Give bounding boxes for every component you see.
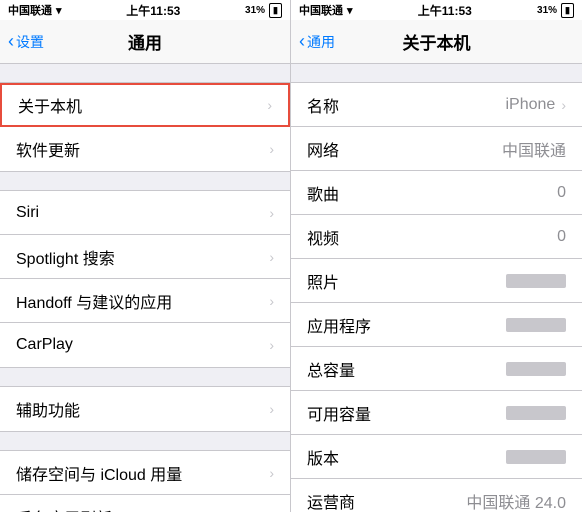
apps-value bbox=[506, 318, 566, 332]
list-item-software-update[interactable]: 软件更新 › bbox=[0, 127, 290, 171]
name-value: iPhone bbox=[506, 96, 556, 114]
about-right: › bbox=[267, 97, 272, 113]
carplay-label: CarPlay bbox=[16, 336, 73, 354]
right-back-label: 通用 bbox=[307, 32, 335, 52]
row-videos: 视频 0 bbox=[291, 215, 582, 259]
name-value-wrap: iPhone › bbox=[506, 96, 567, 114]
row-network: 网络 中国联通 bbox=[291, 127, 582, 171]
about-chevron-icon: › bbox=[267, 97, 272, 113]
list-item-siri[interactable]: Siri › bbox=[0, 191, 290, 235]
left-nav-title: 通用 bbox=[128, 29, 162, 54]
row-total-capacity: 总容量 bbox=[291, 347, 582, 391]
left-carrier: 中国联通 bbox=[8, 2, 52, 18]
accessibility-label: 辅助功能 bbox=[16, 397, 80, 421]
spotlight-label: Spotlight 搜索 bbox=[16, 245, 115, 269]
about-label: 关于本机 bbox=[18, 93, 82, 117]
row-version: 版本 bbox=[291, 435, 582, 479]
handoff-chevron-icon: › bbox=[269, 293, 274, 309]
left-status-left: 中国联通 ▾ bbox=[8, 2, 62, 18]
apps-label: 应用程序 bbox=[307, 313, 371, 337]
list-item-about[interactable]: 关于本机 › bbox=[0, 83, 290, 127]
row-available: 可用容量 bbox=[291, 391, 582, 435]
siri-label: Siri bbox=[16, 204, 39, 222]
bg-refresh-label: 后台应用刷新 bbox=[16, 505, 112, 512]
right-detail-section: 名称 iPhone › 网络 中国联通 歌曲 0 视频 0 bbox=[291, 82, 582, 512]
carrier-detail-value: 中国联通 24.0 bbox=[466, 489, 566, 512]
left-nav-bar: ‹ 设置 通用 bbox=[0, 20, 290, 64]
storage-chevron-icon: › bbox=[269, 465, 274, 481]
right-panel: 中国联通 ▾ 上午11:53 31% ▮ ‹ 通用 关于本机 名称 iPhone… bbox=[291, 0, 582, 512]
videos-label: 视频 bbox=[307, 225, 339, 249]
songs-label: 歌曲 bbox=[307, 181, 339, 205]
left-section-3: 辅助功能 › bbox=[0, 386, 290, 432]
right-wifi-icon: ▾ bbox=[347, 4, 353, 17]
right-nav-title: 关于本机 bbox=[403, 29, 471, 54]
row-carrier: 运营商 中国联通 24.0 bbox=[291, 479, 582, 512]
list-item-storage[interactable]: 储存空间与 iCloud 用量 › bbox=[0, 451, 290, 495]
right-carrier: 中国联通 bbox=[299, 2, 343, 18]
left-status-right: 31% ▮ bbox=[245, 3, 282, 18]
row-name[interactable]: 名称 iPhone › bbox=[291, 83, 582, 127]
left-battery-pct: 31% bbox=[245, 5, 265, 16]
software-update-label: 软件更新 bbox=[16, 137, 80, 161]
available-label: 可用容量 bbox=[307, 401, 371, 425]
left-content: 关于本机 › 软件更新 › Siri › Spotlight 搜索 › bbox=[0, 64, 290, 512]
carplay-chevron-icon: › bbox=[269, 337, 274, 353]
storage-label: 储存空间与 iCloud 用量 bbox=[16, 461, 182, 485]
right-time: 上午11:53 bbox=[418, 2, 472, 19]
left-wifi-icon: ▾ bbox=[56, 4, 62, 17]
carrier-detail-label: 运营商 bbox=[307, 489, 355, 512]
right-nav-bar: ‹ 通用 关于本机 bbox=[291, 20, 582, 64]
network-label: 网络 bbox=[307, 137, 339, 161]
right-content: 名称 iPhone › 网络 中国联通 歌曲 0 视频 0 bbox=[291, 64, 582, 512]
videos-value: 0 bbox=[557, 228, 566, 246]
right-status-right: 31% ▮ bbox=[537, 3, 574, 18]
photos-value bbox=[506, 274, 566, 288]
handoff-label: Handoff 与建议的应用 bbox=[16, 289, 172, 313]
row-apps: 应用程序 bbox=[291, 303, 582, 347]
left-panel: 中国联通 ▾ 上午11:53 31% ▮ ‹ 设置 通用 关于本机 › 软 bbox=[0, 0, 291, 512]
available-value bbox=[506, 406, 566, 420]
name-chevron-icon: › bbox=[561, 97, 566, 113]
right-status-left: 中国联通 ▾ bbox=[299, 2, 353, 18]
right-battery-icon: ▮ bbox=[561, 3, 574, 18]
list-item-bg-refresh[interactable]: 后台应用刷新 › bbox=[0, 495, 290, 512]
siri-chevron-icon: › bbox=[269, 205, 274, 221]
software-update-right: › bbox=[269, 141, 274, 157]
row-songs: 歌曲 0 bbox=[291, 171, 582, 215]
left-back-arrow-icon: ‹ bbox=[8, 31, 14, 52]
left-battery-icon: ▮ bbox=[269, 3, 282, 18]
songs-value: 0 bbox=[557, 184, 566, 202]
row-photos: 照片 bbox=[291, 259, 582, 303]
left-section-2: Siri › Spotlight 搜索 › Handoff 与建议的应用 › C… bbox=[0, 190, 290, 368]
list-item-handoff[interactable]: Handoff 与建议的应用 › bbox=[0, 279, 290, 323]
left-back-label: 设置 bbox=[16, 32, 44, 52]
right-nav-back[interactable]: ‹ 通用 bbox=[299, 32, 335, 52]
photos-label: 照片 bbox=[307, 269, 339, 293]
list-item-spotlight[interactable]: Spotlight 搜索 › bbox=[0, 235, 290, 279]
bg-refresh-chevron-icon: › bbox=[269, 509, 274, 512]
software-update-chevron-icon: › bbox=[269, 141, 274, 157]
left-time: 上午11:53 bbox=[126, 2, 180, 19]
left-section-1: 关于本机 › 软件更新 › bbox=[0, 82, 290, 172]
total-capacity-value bbox=[506, 362, 566, 376]
version-value bbox=[506, 450, 566, 464]
list-item-carplay[interactable]: CarPlay › bbox=[0, 323, 290, 367]
list-item-accessibility[interactable]: 辅助功能 › bbox=[0, 387, 290, 431]
left-section-4: 储存空间与 iCloud 用量 › 后台应用刷新 › 自动锁定 2 分钟 › bbox=[0, 450, 290, 512]
spotlight-chevron-icon: › bbox=[269, 249, 274, 265]
right-back-arrow-icon: ‹ bbox=[299, 31, 305, 52]
left-nav-back[interactable]: ‹ 设置 bbox=[8, 32, 44, 52]
right-status-bar: 中国联通 ▾ 上午11:53 31% ▮ bbox=[291, 0, 582, 20]
accessibility-chevron-icon: › bbox=[269, 401, 274, 417]
name-label: 名称 bbox=[307, 93, 339, 117]
version-label: 版本 bbox=[307, 445, 339, 469]
total-capacity-label: 总容量 bbox=[307, 357, 355, 381]
network-value: 中国联通 bbox=[502, 137, 566, 161]
right-battery-pct: 31% bbox=[537, 5, 557, 16]
left-status-bar: 中国联通 ▾ 上午11:53 31% ▮ bbox=[0, 0, 290, 20]
